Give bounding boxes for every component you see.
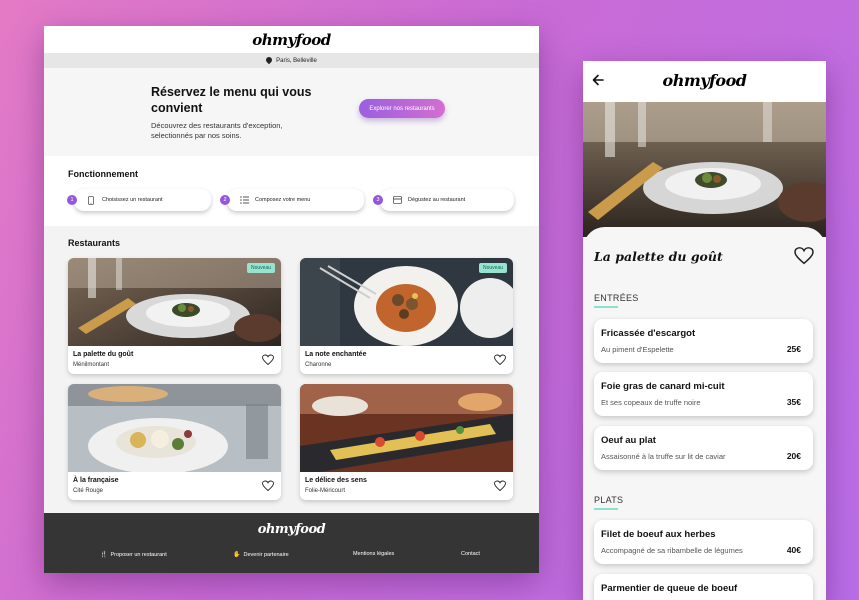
step-3: 3 Dégustez au restaurant bbox=[373, 189, 514, 211]
dish-description: Assaisonné à la truffe sur lit de caviar bbox=[601, 452, 726, 461]
mobile-header: ohmyfood bbox=[583, 61, 826, 102]
dish-name: Fricassée d'escargot bbox=[601, 328, 696, 339]
heart-icon[interactable] bbox=[794, 247, 814, 265]
list-icon bbox=[239, 195, 249, 205]
location-label: Paris, Belleville bbox=[276, 57, 317, 64]
brand-logo[interactable]: ohmyfood bbox=[583, 71, 826, 90]
restaurant-photo bbox=[68, 384, 281, 472]
dish-price: 20€ bbox=[786, 451, 801, 461]
restaurant-name: Le délice des sens bbox=[305, 477, 367, 484]
restaurant-hero-photo bbox=[583, 102, 826, 237]
step-1: 1 Choisissez un restaurant bbox=[67, 189, 211, 211]
footer-link-legal[interactable]: Mentions légales bbox=[353, 551, 394, 557]
hero-subtitle: Découvrez des restaurants d'exception, s… bbox=[151, 121, 283, 140]
mobile-mockup: ohmyfood La palette du goût ENTRÉES Fric… bbox=[583, 61, 826, 600]
heart-icon[interactable] bbox=[494, 480, 506, 492]
dish-description: Et ses copeaux de truffe noire bbox=[601, 398, 701, 407]
restaurant-name: À la française bbox=[73, 477, 119, 484]
step-label: Choisissez un restaurant bbox=[102, 197, 163, 203]
restaurant-card[interactable]: À la française Cité Rouge bbox=[68, 384, 281, 500]
location-pin-icon bbox=[266, 57, 272, 65]
restaurant-area: Ménilmontant bbox=[73, 362, 110, 368]
tray-icon bbox=[392, 195, 402, 205]
handshake-icon: ✋ bbox=[233, 552, 241, 558]
how-it-works-section: Fonctionnement 1 Choisissez un restauran… bbox=[44, 156, 539, 226]
restaurant-name: La palette du goût bbox=[73, 351, 134, 358]
restaurant-name: La note enchantée bbox=[305, 351, 367, 358]
step-2: 2 Composez votre menu bbox=[220, 189, 364, 211]
heart-icon[interactable] bbox=[262, 480, 274, 492]
location-bar: Paris, Belleville bbox=[44, 53, 539, 68]
hero-title: Réservez le menu qui vous convient bbox=[151, 85, 312, 115]
restaurant-card[interactable]: Le délice des sens Folie-Méricourt bbox=[300, 384, 513, 500]
footer-link-label: Devenir partenaire bbox=[243, 551, 289, 558]
restaurant-photo bbox=[300, 384, 513, 472]
footer-link-label: Proposer un restaurant bbox=[110, 551, 167, 558]
footer-link-contact[interactable]: Contact bbox=[461, 551, 480, 557]
category-underline bbox=[594, 306, 618, 308]
dish-description: Accompagné de sa ribambelle de légumes bbox=[601, 546, 743, 555]
category-underline bbox=[594, 508, 618, 510]
restaurant-area: Folie-Méricourt bbox=[305, 488, 346, 494]
footer-link-label: Contact bbox=[461, 551, 480, 557]
cutlery-icon: 🍴 bbox=[100, 552, 108, 558]
how-title: Fonctionnement bbox=[68, 169, 138, 179]
step-number: 2 bbox=[220, 195, 230, 205]
dish-item[interactable]: Parmentier de queue de boeuf bbox=[594, 574, 813, 600]
dish-price: 40€ bbox=[786, 545, 801, 555]
dish-item[interactable]: Oeuf au plat Assaisonné à la truffe sur … bbox=[594, 426, 813, 470]
dish-price: 35€ bbox=[786, 397, 801, 407]
footer-logo[interactable]: ohmyfood bbox=[44, 522, 539, 537]
heart-icon[interactable] bbox=[494, 354, 506, 366]
restaurant-area: Cité Rouge bbox=[73, 488, 104, 494]
heart-icon[interactable] bbox=[262, 354, 274, 366]
category-title: PLATS bbox=[594, 495, 624, 505]
dish-item[interactable]: Filet de boeuf aux herbes Accompagné de … bbox=[594, 520, 813, 564]
site-header: ohmyfood bbox=[44, 26, 539, 53]
dish-price: 25€ bbox=[786, 344, 801, 354]
dish-name: Filet de boeuf aux herbes bbox=[601, 529, 716, 540]
step-label: Composez votre menu bbox=[255, 197, 311, 203]
footer-link-label: Mentions légales bbox=[353, 551, 395, 557]
dish-description: Au piment d'Espelette bbox=[601, 345, 674, 354]
restaurant-title-bar: La palette du goût bbox=[583, 227, 826, 287]
dish-item[interactable]: Foie gras de canard mi-cuit Et ses copea… bbox=[594, 372, 813, 416]
restaurant-photo: Nouveau bbox=[300, 258, 513, 346]
footer-link-propose[interactable]: 🍴 Proposer un restaurant bbox=[100, 551, 167, 559]
category-title: ENTRÉES bbox=[594, 293, 639, 303]
restaurants-section: Restaurants Nouveau La palette du goût M… bbox=[44, 226, 539, 513]
explore-restaurants-button[interactable]: Explorer nos restaurants bbox=[359, 99, 445, 118]
step-number: 3 bbox=[373, 195, 383, 205]
restaurants-title: Restaurants bbox=[68, 238, 121, 248]
brand-logo[interactable]: ohmyfood bbox=[252, 31, 331, 49]
restaurant-title: La palette du goût bbox=[594, 249, 723, 264]
phone-icon bbox=[86, 195, 96, 205]
new-badge: Nouveau bbox=[478, 263, 507, 273]
restaurant-card[interactable]: Nouveau La note enchantée Charonne bbox=[300, 258, 513, 374]
site-footer: ohmyfood 🍴 Proposer un restaurant ✋ Deve… bbox=[44, 513, 539, 573]
step-label: Dégustez au restaurant bbox=[408, 197, 466, 203]
dish-name: Parmentier de queue de boeuf bbox=[601, 583, 738, 594]
dish-name: Oeuf au plat bbox=[601, 435, 656, 446]
footer-link-partner[interactable]: ✋ Devenir partenaire bbox=[233, 551, 289, 559]
step-number: 1 bbox=[67, 195, 77, 205]
dish-name: Foie gras de canard mi-cuit bbox=[601, 381, 725, 392]
restaurant-photo: Nouveau bbox=[68, 258, 281, 346]
hero-section: Réservez le menu qui vous convient Décou… bbox=[44, 68, 539, 156]
new-badge: Nouveau bbox=[246, 263, 275, 273]
desktop-mockup: ohmyfood Paris, Belleville Réservez le m… bbox=[44, 26, 539, 573]
dish-item[interactable]: Fricassée d'escargot Au piment d'Espelet… bbox=[594, 319, 813, 363]
restaurant-area: Charonne bbox=[305, 362, 332, 368]
restaurant-card[interactable]: Nouveau La palette du goût Ménilmontant bbox=[68, 258, 281, 374]
